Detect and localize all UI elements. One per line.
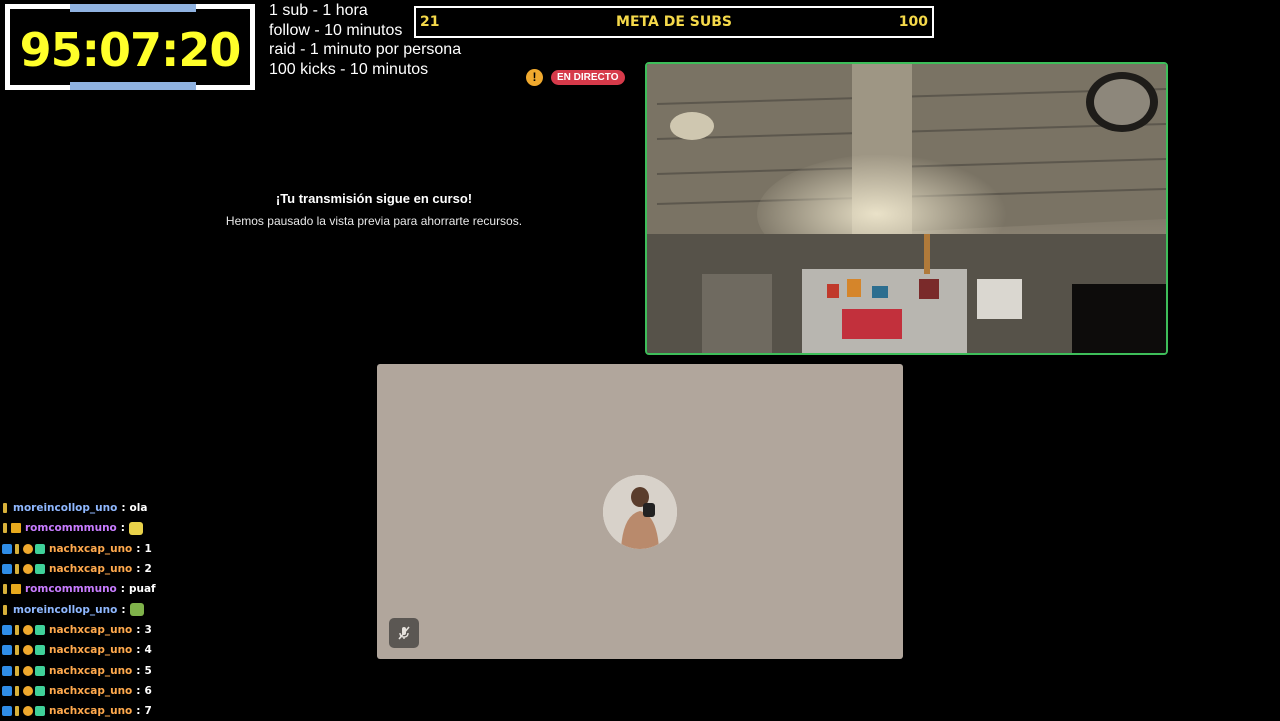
participant-avatar[interactable] <box>603 475 677 549</box>
timer-digits: 95:07:20 <box>19 23 242 77</box>
badge-mod-icon <box>2 564 12 575</box>
chat-text: 4 <box>144 644 152 657</box>
preview-paused-subtitle: Hemos pausado la vista previa para ahorr… <box>225 214 523 228</box>
goal-title: META DE SUBS <box>616 14 732 30</box>
chat-username[interactable]: moreincollop_uno <box>13 604 117 616</box>
badge-gold-icon <box>23 645 33 656</box>
badge-gold-icon <box>23 706 33 717</box>
emote-yellow-icon <box>128 521 143 535</box>
chat-username[interactable]: nachxcap_uno <box>49 644 132 656</box>
chat-separator: : <box>136 563 141 576</box>
chat-separator: : <box>136 684 141 697</box>
chat-message: nachxcap_uno:3 <box>2 620 362 640</box>
chat-username[interactable]: nachxcap_uno <box>49 563 132 575</box>
mic-muted-icon <box>398 626 410 640</box>
chat-username[interactable]: nachxcap_uno <box>49 665 132 677</box>
badge-mod-icon <box>2 665 12 676</box>
chat-text: 1 <box>144 542 152 555</box>
badge-verified-icon <box>15 685 19 696</box>
badge-mod-icon <box>2 645 12 656</box>
badge-verified-icon <box>15 564 19 575</box>
chat-message: nachxcap_uno:4 <box>2 640 362 660</box>
chat-username[interactable]: nachxcap_uno <box>49 543 132 555</box>
badge-green-icon <box>35 645 45 656</box>
mic-mute-button[interactable] <box>389 618 419 648</box>
chat-message: moreincollop_uno: ola <box>2 498 362 518</box>
live-badge: EN DIRECTO <box>551 70 625 85</box>
badge-gold-icon <box>23 665 33 676</box>
chat-text: ola <box>129 502 148 515</box>
rule-kicks: 100 kicks - 10 minutos <box>269 60 429 78</box>
badge-verified-icon <box>3 523 7 534</box>
webcam-feed <box>645 62 1168 355</box>
rule-raid: raid - 1 minuto por persona <box>269 41 462 58</box>
chat-message: nachxcap_uno:1 <box>2 539 362 559</box>
chat-message: moreincollop_uno: <box>2 599 362 619</box>
badge-green-icon <box>35 706 45 717</box>
chat-separator: : <box>136 705 141 718</box>
call-panel <box>377 364 903 659</box>
chat-message: nachxcap_uno:6 <box>2 681 362 701</box>
chat-message: nachxcap_uno:7 <box>2 701 362 721</box>
webcam-scene <box>647 64 1166 353</box>
chat-text: 6 <box>144 684 152 697</box>
badge-green-icon <box>35 665 45 676</box>
badge-verified-icon <box>15 624 19 635</box>
timer-accent-top <box>70 4 196 12</box>
chat-message: nachxcap_uno:2 <box>2 559 362 579</box>
chat-username[interactable]: nachxcap_uno <box>49 685 132 697</box>
badge-verified-icon <box>15 665 19 676</box>
chat-username[interactable]: nachxcap_uno <box>49 705 132 717</box>
chat-separator: : <box>136 664 141 677</box>
chat-separator: : <box>121 502 126 515</box>
chat-username[interactable]: romcommmuno <box>25 583 117 595</box>
chat-message: romcommmuno: puaf <box>2 579 362 599</box>
chat-separator: : <box>136 623 141 636</box>
sub-goal-bar: 21 META DE SUBS 100 <box>414 6 934 38</box>
badge-crown-icon <box>11 523 21 534</box>
timer-accent-bottom <box>70 82 196 90</box>
warning-icon[interactable]: ! <box>526 69 543 86</box>
chat-overlay: moreincollop_uno: ola romcommmuno: nachxcap… <box>2 498 362 721</box>
chat-text: 7 <box>144 705 152 718</box>
chat-username[interactable]: nachxcap_uno <box>49 624 132 636</box>
badge-verified-icon <box>3 604 7 615</box>
badge-green-icon <box>35 543 45 554</box>
badge-verified-icon <box>15 706 19 717</box>
badge-verified-icon <box>15 543 19 554</box>
badge-gold-icon <box>23 543 33 554</box>
chat-separator: : <box>120 522 125 535</box>
chat-text: puaf <box>128 583 156 596</box>
chat-separator: : <box>121 603 126 616</box>
chat-message: nachxcap_uno:5 <box>2 660 362 680</box>
chat-username[interactable]: moreincollop_uno <box>13 502 117 514</box>
badge-verified-icon <box>15 645 19 656</box>
chat-separator: : <box>136 644 141 657</box>
countdown-timer: 95:07:20 <box>5 4 255 90</box>
goal-target: 100 <box>898 14 928 30</box>
badge-verified-icon <box>3 584 7 595</box>
badge-green-icon <box>35 624 45 635</box>
chat-text: 3 <box>144 623 152 636</box>
badge-mod-icon <box>2 543 12 554</box>
chat-separator: : <box>136 542 141 555</box>
chat-text: 5 <box>144 664 152 677</box>
badge-mod-icon <box>2 685 12 696</box>
badge-mod-icon <box>2 624 12 635</box>
chat-username[interactable]: romcommmuno <box>25 522 117 534</box>
badge-gold-icon <box>23 624 33 635</box>
avatar-image <box>603 475 677 549</box>
badge-gold-icon <box>23 564 33 575</box>
badge-mod-icon <box>2 706 12 717</box>
chat-message: romcommmuno: <box>2 518 362 538</box>
badge-crown-icon <box>11 584 21 595</box>
badge-gold-icon <box>23 685 33 696</box>
badge-green-icon <box>35 685 45 696</box>
chat-separator: : <box>120 583 125 596</box>
badge-verified-icon <box>3 503 7 514</box>
chat-text: 2 <box>144 563 152 576</box>
badge-green-icon <box>35 564 45 575</box>
preview-paused-title: ¡Tu transmisión sigue en curso! <box>275 191 473 206</box>
emote-green-icon <box>129 603 144 617</box>
